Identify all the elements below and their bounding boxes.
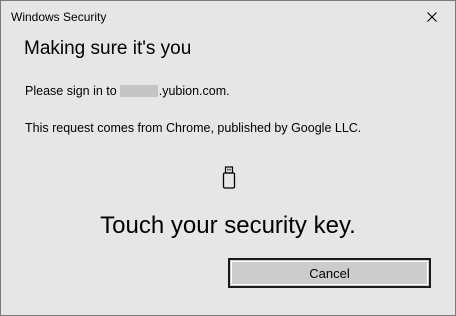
close-icon	[427, 12, 437, 22]
signin-prefix: Please sign in to	[25, 84, 117, 98]
cancel-label: Cancel	[309, 265, 350, 281]
cancel-button[interactable]: Cancel	[228, 258, 431, 288]
close-button[interactable]	[409, 1, 455, 33]
title-bar: Windows Security	[1, 1, 455, 33]
windows-security-dialog: Windows Security Making sure it's you Pl…	[0, 0, 456, 316]
request-origin-text: This request comes from Chrome, publishe…	[25, 121, 362, 135]
dialog-heading: Making sure it's you	[24, 38, 192, 59]
redacted-subdomain	[119, 85, 158, 97]
signin-domain: .yubion.com.	[158, 84, 230, 98]
touch-key-prompt: Touch your security key.	[100, 212, 356, 239]
window-title: Windows Security	[11, 10, 107, 24]
signin-message: Please sign in to .yubion.com.	[25, 84, 230, 99]
usb-security-key-icon	[221, 166, 237, 190]
